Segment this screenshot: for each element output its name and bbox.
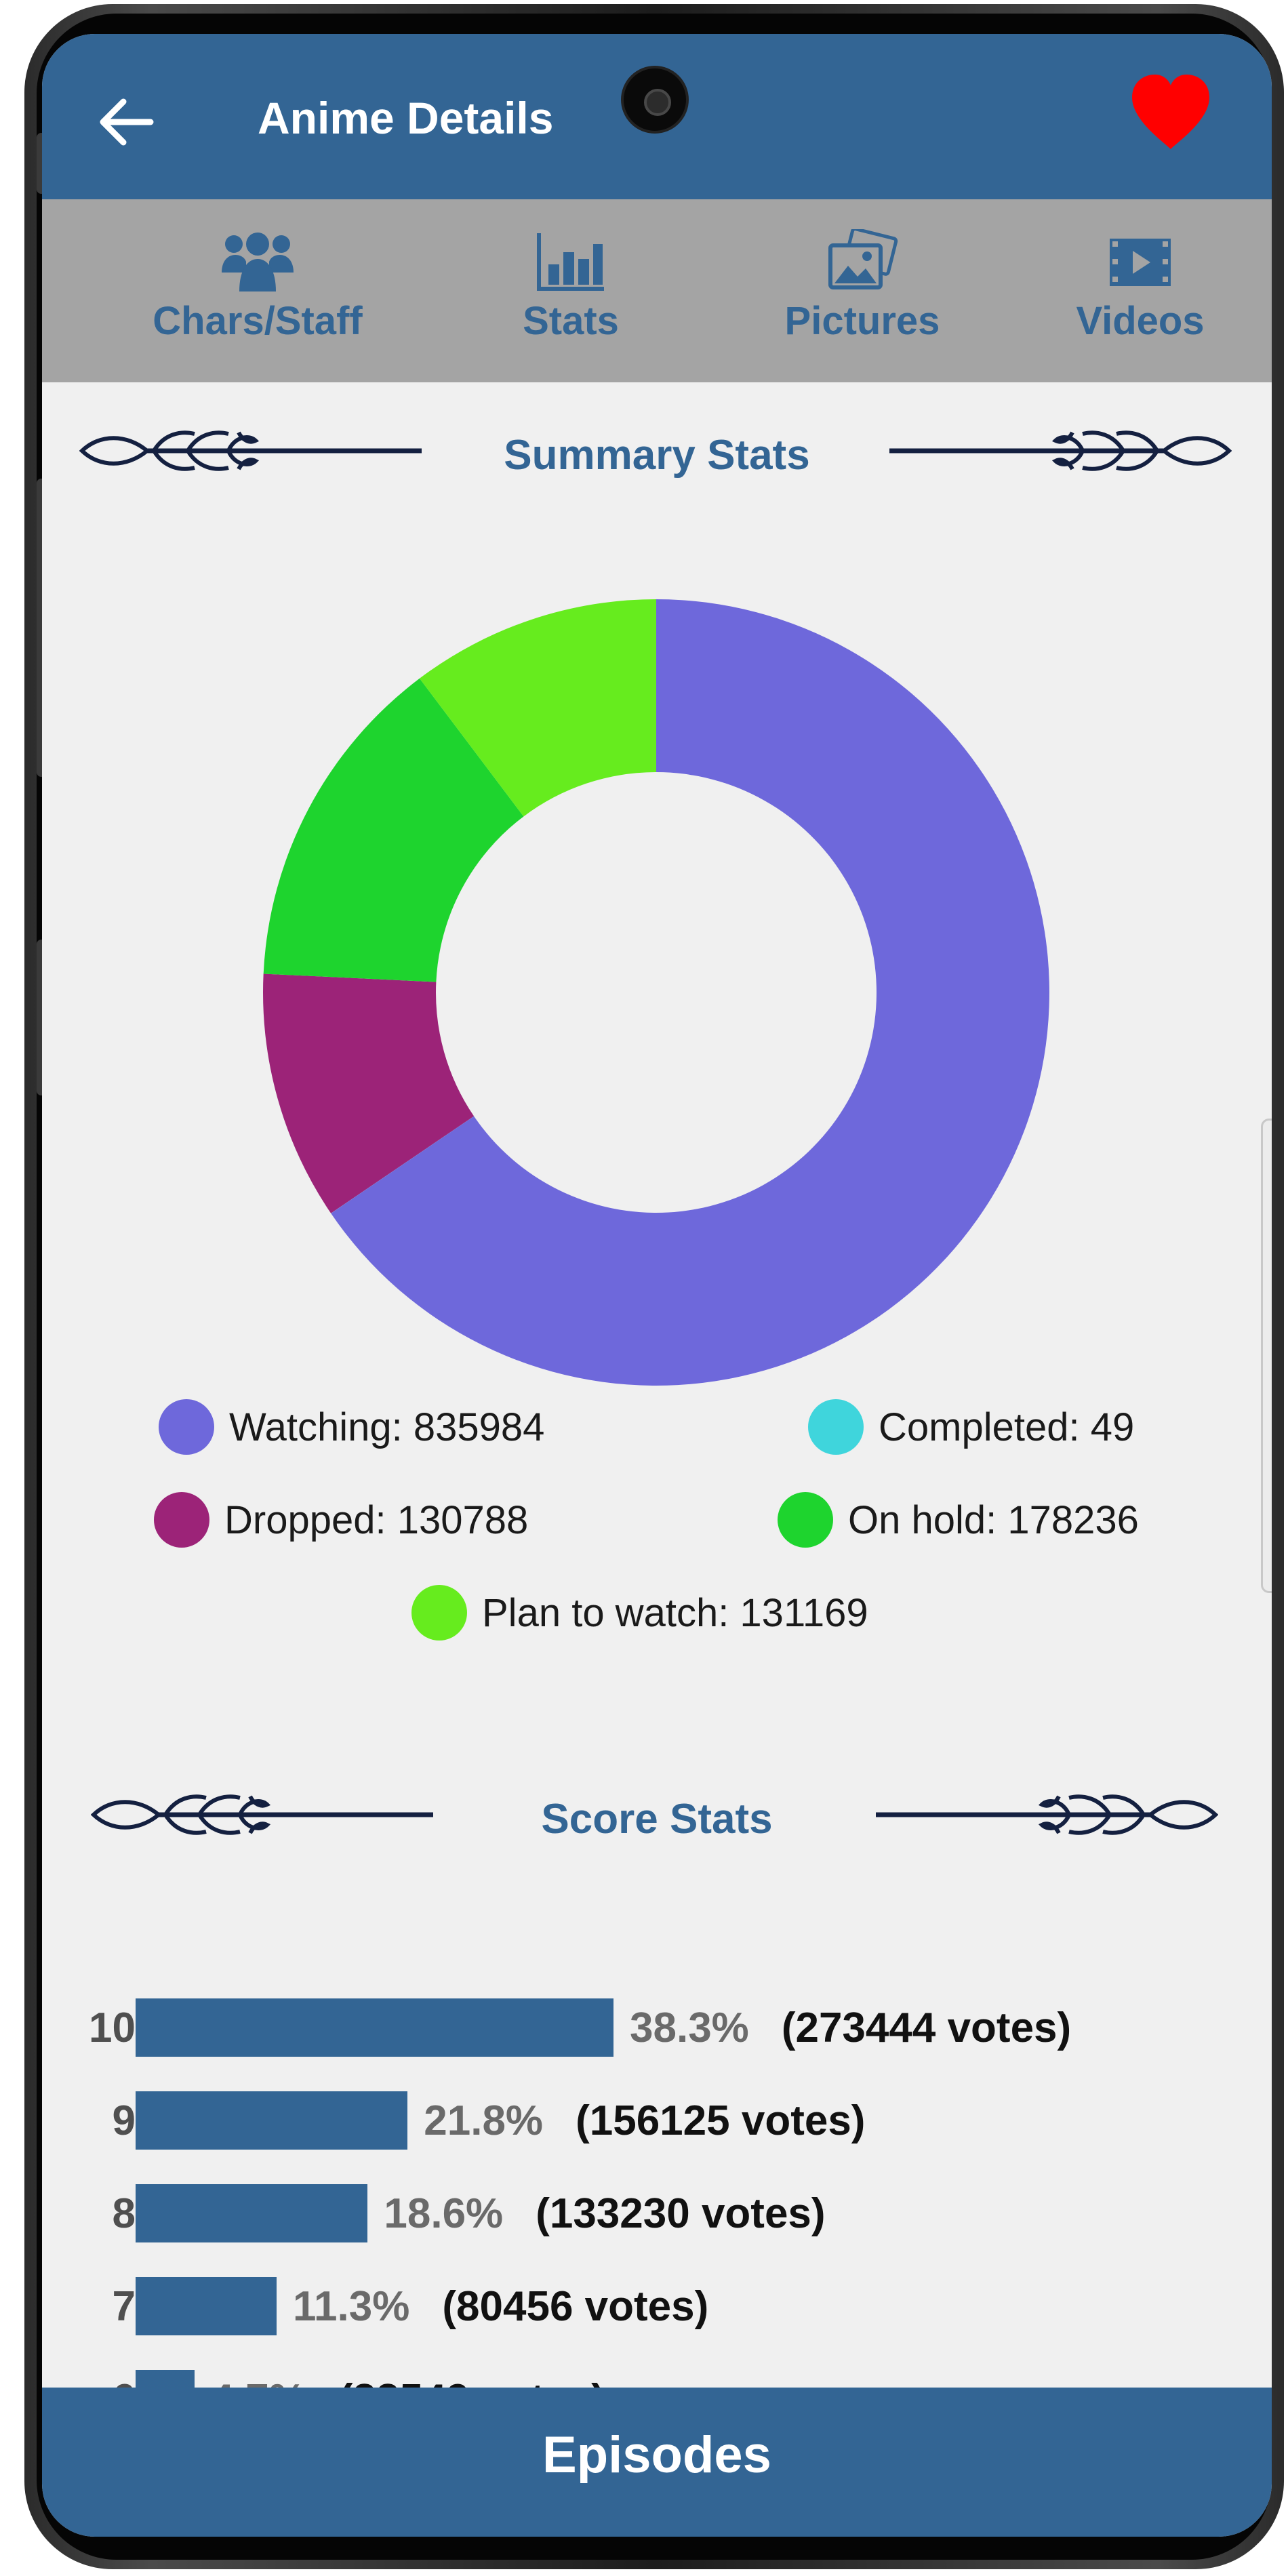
app-bar: Anime Details <box>42 34 1272 199</box>
legend-on-hold: On hold: 178236 <box>778 1489 1139 1550</box>
scroll-indicator <box>1261 1119 1272 1593</box>
video-icon <box>1110 239 1171 286</box>
summary-header: Summary Stats <box>42 414 1272 488</box>
score-header: Score Stats <box>42 1777 1272 1852</box>
score-votes: (133230 votes) <box>536 2190 826 2237</box>
score-votes: (273444 votes) <box>781 2005 1072 2051</box>
legend-dropped: Dropped: 130788 <box>154 1489 528 1550</box>
score-bar <box>136 2091 408 2150</box>
score-percent: 21.8% <box>424 2097 544 2144</box>
arrow-left-icon <box>100 98 154 146</box>
page-title: Anime Details <box>258 93 554 143</box>
score-label: 9 <box>112 2097 136 2144</box>
score-votes: (156125 votes) <box>576 2097 866 2144</box>
legend-label: Plan to watch: 131169 <box>482 1590 868 1635</box>
tab-videos[interactable]: Videos <box>1025 199 1255 382</box>
legend-dot <box>778 1492 833 1548</box>
tab-label: Chars/Staff <box>153 299 363 343</box>
score-label: 7 <box>112 2283 136 2330</box>
back-button[interactable] <box>91 88 159 156</box>
legend-dot <box>154 1492 209 1548</box>
tab-stats[interactable]: Stats <box>489 199 652 382</box>
score-row: 8 18.6% (133230 votes) <box>42 2181 1272 2249</box>
tab-chars-staff[interactable]: Chars/Staff <box>136 199 380 382</box>
score-votes: (80456 votes) <box>442 2283 709 2330</box>
legend-label: Watching: 835984 <box>229 1405 545 1449</box>
legend-dot <box>159 1399 214 1455</box>
score-percent: 38.3% <box>630 2005 749 2051</box>
score-label: 10 <box>89 2005 136 2051</box>
tab-label: Videos <box>1076 299 1205 343</box>
score-percent: 11.3% <box>293 2283 410 2330</box>
bar-chart-icon <box>537 233 604 291</box>
score-bar <box>136 2184 368 2242</box>
legend-label: Completed: 49 <box>879 1405 1135 1449</box>
app-screen: Anime Details Chars/Staff Stats Pictures… <box>42 34 1272 2537</box>
tab-bar: Chars/Staff Stats Pictures Videos <box>42 199 1272 382</box>
section-title: Score Stats <box>541 1796 773 1843</box>
tab-label: Stats <box>523 299 619 343</box>
score-row: 7 11.3% (80456 votes) <box>42 2274 1272 2342</box>
legend-completed: Completed: 49 <box>808 1396 1134 1457</box>
legend-watching: Watching: 835984 <box>159 1396 544 1457</box>
tab-pictures[interactable]: Pictures <box>747 199 978 382</box>
pictures-icon <box>828 229 898 289</box>
favorite-button[interactable] <box>1127 72 1215 153</box>
score-bar <box>136 2277 277 2335</box>
tab-label: Pictures <box>784 299 940 343</box>
legend-label: Dropped: 130788 <box>224 1497 529 1542</box>
episodes-label: Episodes <box>542 2426 771 2484</box>
episodes-button[interactable]: Episodes <box>42 2388 1272 2537</box>
summary-donut-chart <box>263 599 1050 1386</box>
legend-dot <box>411 1585 467 1641</box>
people-icon <box>222 233 294 291</box>
legend-dot <box>808 1399 864 1455</box>
score-percent: 18.6% <box>384 2190 504 2237</box>
score-row: 10 38.3% (273444 votes) <box>42 1996 1272 2064</box>
heart-icon <box>1132 75 1209 149</box>
score-label: 8 <box>112 2190 136 2237</box>
legend-label: On hold: 178236 <box>848 1497 1139 1542</box>
score-row: 9 21.8% (156125 votes) <box>42 2089 1272 2156</box>
front-camera <box>621 66 689 134</box>
section-title: Summary Stats <box>504 432 810 479</box>
legend-plan-to-watch: Plan to watch: 131169 <box>411 1582 868 1643</box>
score-bar <box>136 1998 613 2057</box>
